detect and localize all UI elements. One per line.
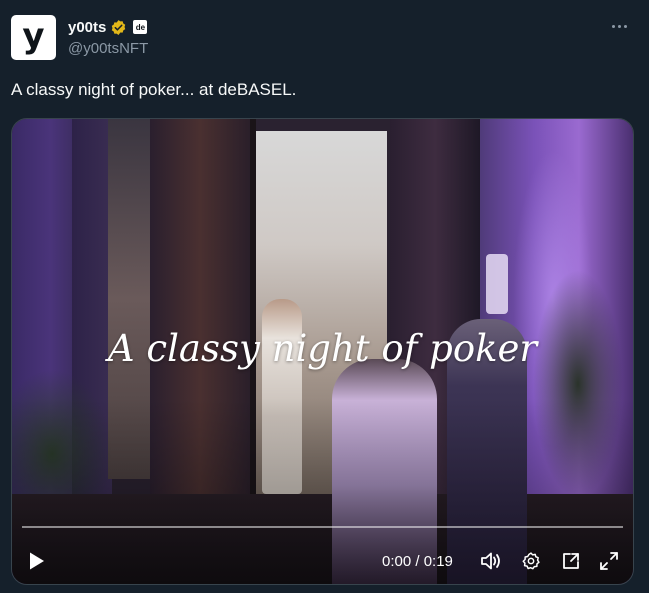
video-player[interactable]: A classy night of poker 0:00 / 0:19 — [11, 118, 634, 585]
avatar[interactable]: y — [11, 15, 56, 60]
volume-icon — [481, 552, 500, 570]
play-button[interactable] — [22, 539, 52, 583]
more-icon[interactable] — [607, 18, 631, 34]
fullscreen-button[interactable] — [596, 539, 622, 583]
video-time: 0:00 / 0:19 — [382, 552, 453, 570]
popout-icon — [563, 553, 579, 569]
display-name[interactable]: y00ts — [68, 19, 106, 36]
progress-bar[interactable] — [22, 526, 623, 528]
fullscreen-icon — [600, 552, 618, 570]
popout-button[interactable] — [558, 539, 584, 583]
video-controls: 0:00 / 0:19 — [12, 539, 633, 583]
affiliate-badge[interactable]: de — [133, 20, 148, 34]
volume-button[interactable] — [478, 539, 504, 583]
play-icon — [30, 552, 44, 570]
video-overlay-title: A classy night of poker — [107, 327, 538, 370]
avatar-logo: y — [22, 16, 45, 56]
author-name-row: y00ts de — [68, 17, 148, 37]
settings-button[interactable] — [518, 539, 544, 583]
author-handle[interactable]: @y00tsNFT — [68, 40, 148, 57]
verified-badge-icon — [112, 19, 126, 35]
tweet-text: A classy night of poker... at deBASEL. — [11, 80, 297, 99]
gear-icon — [522, 552, 540, 570]
